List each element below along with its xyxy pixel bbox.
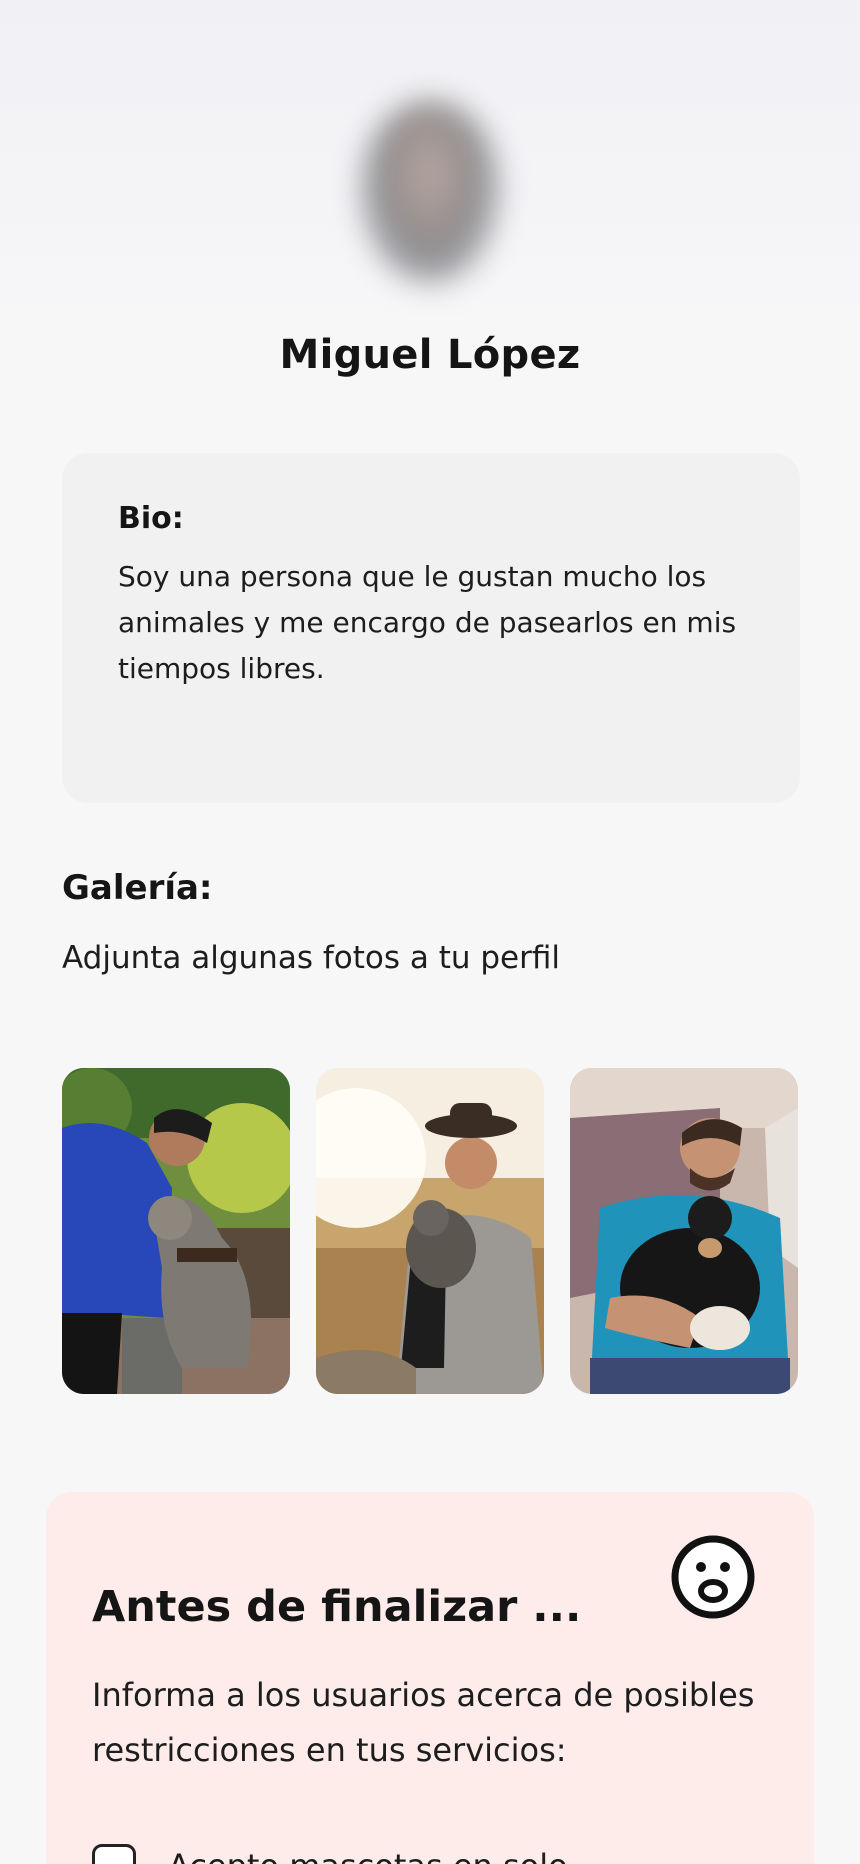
avatar[interactable] <box>360 100 500 285</box>
profile-name: Miguel López <box>279 332 581 378</box>
bio-label: Bio: <box>118 501 184 536</box>
person-with-cat-photo <box>316 1068 544 1394</box>
gallery-photo-3[interactable] <box>570 1068 798 1394</box>
restriction-checkbox[interactable] <box>92 1844 136 1864</box>
person-with-dog-photo <box>62 1068 290 1394</box>
restrictions-notice-card: Antes de finalizar ... Informa a los usu… <box>46 1492 814 1864</box>
bio-text: Soy una persona que le gustan mucho los … <box>118 560 737 685</box>
gallery-photo-2[interactable] <box>316 1068 544 1394</box>
notice-title: Antes de finalizar ... <box>92 1582 582 1632</box>
gallery-title: Galería: <box>62 868 213 908</box>
person-hugging-dog-photo <box>570 1068 798 1394</box>
notice-text: Informa a los usuarios acerca de posible… <box>92 1676 755 1769</box>
bio-card: Bio: Soy una persona que le gustan mucho… <box>62 453 800 803</box>
gallery-subtitle: Adjunta algunas fotos a tu perfil <box>62 940 560 976</box>
restriction-option[interactable]: Acepto mascotas en solo <box>92 1844 568 1864</box>
restriction-option-label: Acepto mascotas en solo <box>168 1847 568 1864</box>
surprised-face-icon <box>670 1534 756 1620</box>
gallery-photo-1[interactable] <box>62 1068 290 1394</box>
